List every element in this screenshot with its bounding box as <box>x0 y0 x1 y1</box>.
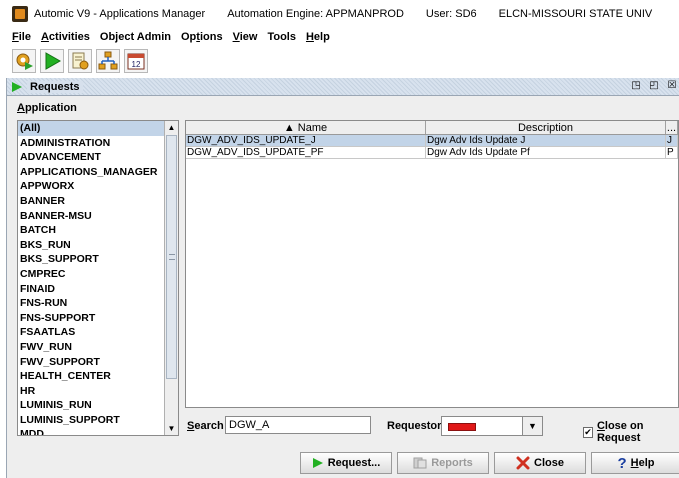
application-list-item[interactable]: HEALTH_CENTER <box>18 369 165 384</box>
requests-frame-title: Requests <box>27 80 83 93</box>
reports-button[interactable]: Reports <box>397 452 489 474</box>
menu-file[interactable]: File <box>12 31 31 43</box>
application-list-item[interactable]: MDD <box>18 427 165 435</box>
application-list-item[interactable]: HR <box>18 384 165 399</box>
play-icon <box>12 81 22 92</box>
column-header-description[interactable]: Description <box>426 121 666 134</box>
application-list-item[interactable]: LUMINIS_RUN <box>18 398 165 413</box>
menu-view[interactable]: View <box>233 31 258 43</box>
application-list[interactable]: (All) ADMINISTRATION ADVANCEMENT APPLICATIO… <box>17 120 179 436</box>
close-button[interactable]: Close <box>494 452 586 474</box>
restore-icon[interactable]: ◳ <box>630 80 642 92</box>
application-list-item[interactable]: LUMINIS_SUPPORT <box>18 413 165 428</box>
requests-frame-title-bar: Requests ◳ ◰ ☒ <box>7 78 679 96</box>
checkbox-checked-icon[interactable]: ✔ <box>583 426 593 438</box>
close-on-request-label: Close on Request <box>596 420 644 444</box>
menu-object-admin[interactable]: Object Admin <box>100 31 171 43</box>
table-header: ▲ Name Description ... <box>186 121 678 135</box>
menu-activities[interactable]: Activities <box>41 31 90 43</box>
search-input[interactable] <box>225 416 371 434</box>
application-list-item[interactable]: BATCH <box>18 223 165 238</box>
application-list-item[interactable]: (All) <box>18 121 165 136</box>
application-list-item[interactable]: ADMINISTRATION <box>18 136 165 151</box>
menu-options[interactable]: Options <box>181 31 223 43</box>
play-icon <box>312 458 323 468</box>
scroll-down-arrow-icon[interactable]: ▼ <box>165 422 178 435</box>
play-button[interactable] <box>40 49 64 73</box>
search-label: Search <box>187 420 224 432</box>
scroll-up-arrow-icon[interactable]: ▲ <box>165 121 178 134</box>
request-extra: J <box>666 135 678 146</box>
request-name: DGW_ADV_IDS_UPDATE_PF <box>186 147 426 158</box>
request-extra: P <box>666 147 678 158</box>
application-list-item[interactable]: BKS_SUPPORT <box>18 252 165 267</box>
table-row[interactable]: DGW_ADV_IDS_UPDATE_PF Dgw Adv Ids Update… <box>186 147 678 159</box>
column-header-name[interactable]: ▲ Name <box>186 121 426 134</box>
requests-frame: Requests ◳ ◰ ☒ Application (All) ADMINIST… <box>6 78 679 478</box>
question-mark-icon: ? <box>617 454 627 472</box>
request-description: Dgw Adv Ids Update Pf <box>426 147 666 158</box>
application-list-item[interactable]: FSAATLAS <box>18 325 165 340</box>
gear-play-button[interactable] <box>12 49 36 73</box>
request-button[interactable]: Request... <box>300 452 392 474</box>
requests-table: ▲ Name Description ... DGW_ADV_IDS_UPDAT… <box>185 120 679 408</box>
chevron-down-icon[interactable]: ▼ <box>522 417 542 435</box>
application-label: Application <box>17 102 77 114</box>
menu-help[interactable]: Help <box>306 31 330 43</box>
column-header-extra[interactable]: ... <box>666 121 678 134</box>
scrollbar-thumb[interactable] <box>166 135 177 379</box>
help-button[interactable]: ? Help <box>591 452 679 474</box>
reports-icon <box>413 457 427 469</box>
close-on-request-checkbox[interactable]: ✔ Close on Request <box>583 420 679 444</box>
requestor-select[interactable]: ▼ <box>441 416 543 436</box>
engine-label: Automation Engine: APPMANPROD <box>227 8 404 20</box>
org-label: ELCN-MISSOURI STATE UNIV <box>498 8 653 20</box>
application-list-item[interactable]: FWV_SUPPORT <box>18 355 165 370</box>
user-label: User: SD6 <box>425 8 477 20</box>
menu-tools[interactable]: Tools <box>267 31 296 43</box>
application-list-item[interactable]: FWV_RUN <box>18 340 165 355</box>
request-name: DGW_ADV_IDS_UPDATE_J <box>186 135 426 146</box>
document-gear-button[interactable] <box>68 49 92 73</box>
calendar-icon: 12 <box>127 53 145 70</box>
requestor-label: Requestor <box>387 420 442 432</box>
svg-text:12: 12 <box>132 60 141 69</box>
application-list-item[interactable]: FINAID <box>18 282 165 297</box>
table-row[interactable]: DGW_ADV_IDS_UPDATE_J Dgw Adv Ids Update … <box>186 135 678 147</box>
document-gear-icon <box>72 52 89 70</box>
application-list-item[interactable]: FNS-RUN <box>18 296 165 311</box>
application-list-item[interactable]: CMPREC <box>18 267 165 282</box>
application-list-item[interactable]: BKS_RUN <box>18 238 165 253</box>
application-list-item[interactable]: ADVANCEMENT <box>18 150 165 165</box>
application-list-scrollbar[interactable]: ▲ ▼ <box>164 121 178 435</box>
application-list-item[interactable]: APPLICATIONS_MANAGER <box>18 165 165 180</box>
application-list-item[interactable]: BANNER <box>18 194 165 209</box>
close-icon[interactable]: ☒ <box>666 80 678 92</box>
maximize-icon[interactable]: ◰ <box>648 80 660 92</box>
window-title-bar: Automic V9 - Applications Manager Automa… <box>0 0 679 28</box>
application-list-item[interactable]: APPWORX <box>18 179 165 194</box>
requestor-color-swatch <box>448 423 476 431</box>
network-button[interactable] <box>96 49 120 73</box>
application-list-item[interactable]: BANNER-MSU <box>18 209 165 224</box>
application-list-item[interactable]: FNS-SUPPORT <box>18 311 165 326</box>
toolbar: 12 <box>0 46 679 76</box>
network-icon <box>98 51 118 70</box>
close-x-icon <box>516 456 530 470</box>
menu-bar: File Activities Object Admin Options Vie… <box>0 28 679 46</box>
window-title: Automic V9 - Applications Manager <box>34 8 206 20</box>
app-logo-icon <box>12 6 28 22</box>
play-icon <box>45 52 62 70</box>
gear-play-icon <box>16 53 33 70</box>
calendar-button[interactable]: 12 <box>124 49 148 73</box>
request-description: Dgw Adv Ids Update J <box>426 135 666 146</box>
